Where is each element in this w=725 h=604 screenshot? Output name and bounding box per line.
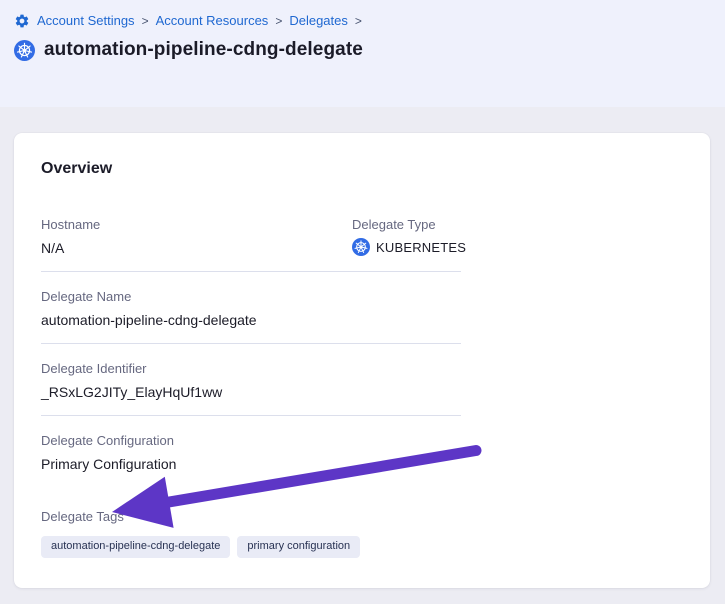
page-title: automation-pipeline-cdng-delegate xyxy=(44,39,363,61)
delegate-tag-list: automation-pipeline-cdng-delegate primar… xyxy=(41,536,461,558)
delegate-tags-label: Delegate Tags xyxy=(41,509,461,525)
field-hostname: Hostname N/A xyxy=(41,217,352,257)
breadcrumb: Account Settings > Account Resources > D… xyxy=(14,13,711,29)
breadcrumb-link-account-resources[interactable]: Account Resources xyxy=(156,13,269,29)
field-row-hostname-type: Hostname N/A Delegate Type xyxy=(41,200,461,272)
page-header: Account Settings > Account Resources > D… xyxy=(0,0,725,107)
delegate-tag: automation-pipeline-cdng-delegate xyxy=(41,536,230,558)
overview-card: Overview Hostname N/A Delegate Type xyxy=(14,133,710,588)
main-content: Overview Hostname N/A Delegate Type xyxy=(0,107,725,588)
hostname-label: Hostname xyxy=(41,217,352,233)
settings-gear-icon[interactable] xyxy=(14,13,30,29)
delegate-name-label: Delegate Name xyxy=(41,289,461,305)
delegate-type-label: Delegate Type xyxy=(352,217,466,233)
breadcrumb-separator: > xyxy=(142,13,149,29)
field-delegate-identifier: Delegate Identifier _RSxLG2JITy_ElayHqUf… xyxy=(41,344,461,416)
delegate-name-value: automation-pipeline-cdng-delegate xyxy=(41,311,461,329)
field-delegate-name: Delegate Name automation-pipeline-cdng-d… xyxy=(41,272,461,344)
field-delegate-type: Delegate Type xyxy=(352,217,466,257)
page-title-row: automation-pipeline-cdng-delegate xyxy=(14,39,711,61)
delegate-configuration-value: Primary Configuration xyxy=(41,455,461,473)
kubernetes-icon xyxy=(352,238,370,256)
overview-heading: Overview xyxy=(41,160,683,178)
delegate-tag: primary configuration xyxy=(237,536,360,558)
delegate-identifier-value: _RSxLG2JITy_ElayHqUf1ww xyxy=(41,383,461,401)
breadcrumb-separator: > xyxy=(275,13,282,29)
breadcrumb-link-delegates[interactable]: Delegates xyxy=(289,13,348,29)
delegate-configuration-label: Delegate Configuration xyxy=(41,433,461,449)
field-delegate-tags: Delegate Tags automation-pipeline-cdng-d… xyxy=(41,509,461,558)
breadcrumb-link-account-settings[interactable]: Account Settings xyxy=(37,13,135,29)
field-delegate-configuration: Delegate Configuration Primary Configura… xyxy=(41,416,461,487)
kubernetes-icon xyxy=(14,40,35,61)
hostname-value: N/A xyxy=(41,239,352,257)
overview-fields: Hostname N/A Delegate Type xyxy=(41,200,461,558)
delegate-type-value: KUBERNETES xyxy=(376,240,466,255)
delegate-identifier-label: Delegate Identifier xyxy=(41,361,461,377)
breadcrumb-separator: > xyxy=(355,13,362,29)
